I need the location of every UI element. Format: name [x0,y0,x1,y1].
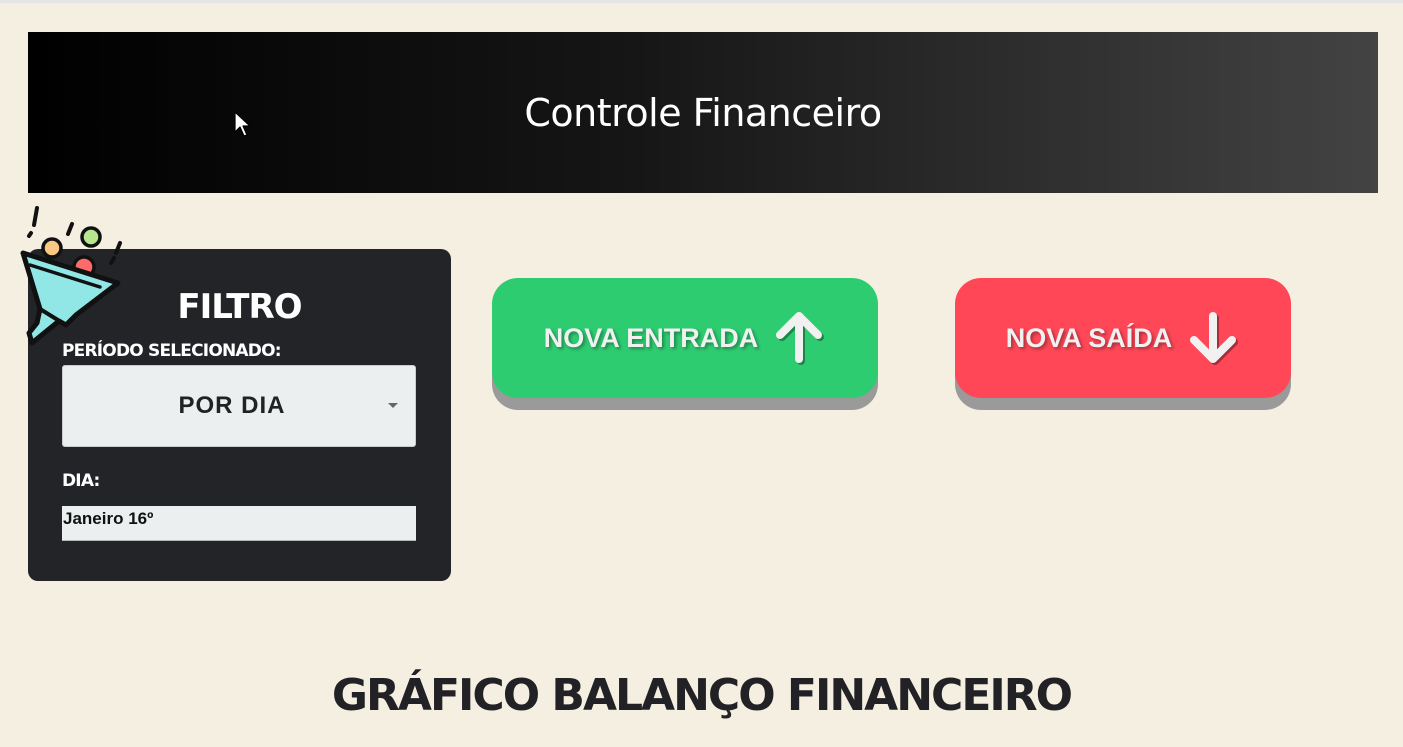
new-expense-label: NOVA SAÍDA [1005,322,1173,353]
cursor-icon [234,111,251,137]
new-income-button[interactable]: NOVA ENTRADA [492,278,878,398]
day-input[interactable]: Janeiro 16º [62,506,416,541]
funnel-icon [20,206,122,346]
arrow-down-icon [1190,312,1239,365]
chevron-down-icon [388,403,398,408]
period-select-value: POR DIA [178,392,286,419]
app-header: Controle Financeiro [28,32,1378,193]
app-title: Controle Financeiro [524,90,882,135]
new-expense-button[interactable]: NOVA SAÍDA [955,278,1291,398]
day-label: DIA: [62,471,100,491]
chart-section-title: GRÁFICO BALANÇO FINANCEIRO [331,670,1073,721]
arrow-up-icon [776,312,825,365]
period-select[interactable]: POR DIA [62,365,416,447]
new-income-label: NOVA ENTRADA [543,322,759,353]
